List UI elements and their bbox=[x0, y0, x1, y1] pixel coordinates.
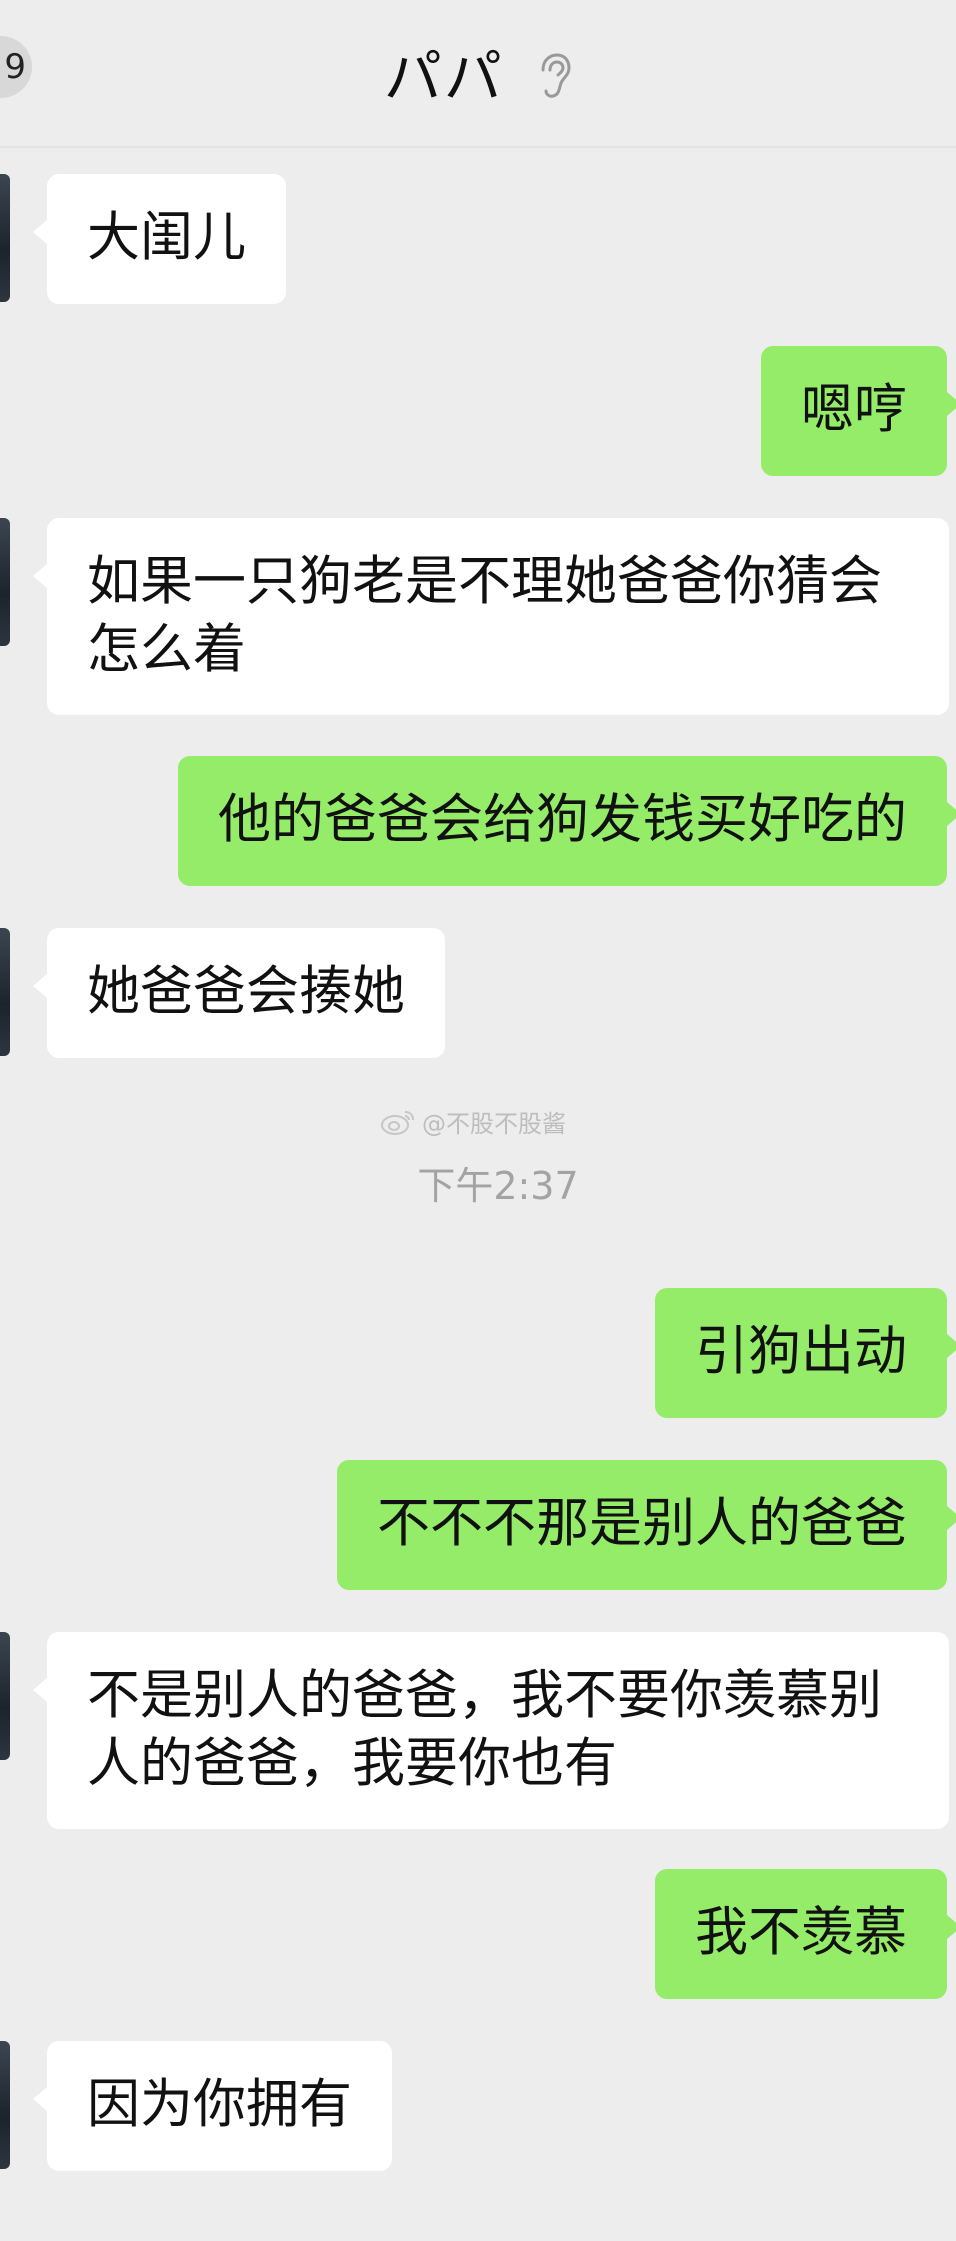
message-text: 不不不那是别人的爸爸 bbox=[377, 1493, 907, 1554]
message-bubble-received[interactable]: 大闺儿 bbox=[33, 174, 286, 304]
chat-title: パパ bbox=[0, 30, 956, 114]
watermark-text: @不股不股酱 bbox=[422, 1110, 566, 1138]
message-bubble-received[interactable]: 如果一只狗老是不理她爸爸你猜会怎么着 bbox=[33, 518, 949, 715]
message-text: 因为你拥有 bbox=[87, 2074, 352, 2135]
weibo-logo-icon bbox=[381, 1110, 414, 1135]
contact-avatar[interactable] bbox=[0, 518, 10, 646]
message-bubble-received[interactable]: 她爸爸会揍她 bbox=[33, 928, 445, 1058]
message-text: 我不羡慕 bbox=[695, 1902, 907, 1963]
message-bubble-sent[interactable]: 引狗出动 bbox=[655, 1288, 956, 1418]
contact-avatar[interactable] bbox=[0, 1632, 10, 1760]
message-bubble-sent[interactable]: 不不不那是别人的爸爸 bbox=[337, 1460, 956, 1590]
message-text: 大闺儿 bbox=[87, 207, 246, 268]
chat-header: 9 パパ bbox=[0, 0, 956, 148]
message-bubble-received[interactable]: 因为你拥有 bbox=[33, 2041, 392, 2171]
message-bubble-sent[interactable]: 我不羡慕 bbox=[655, 1869, 956, 1999]
message-text: 引狗出动 bbox=[695, 1321, 907, 1382]
message-text: 如果一只狗老是不理她爸爸你猜会怎么着 bbox=[87, 551, 882, 680]
message-text: 嗯哼 bbox=[801, 379, 907, 440]
contact-name: パパ bbox=[383, 43, 504, 111]
ear-icon bbox=[541, 53, 571, 98]
message-bubble-received[interactable]: 不是别人的爸爸，我不要你羡慕别人的爸爸，我要你也有 bbox=[33, 1632, 949, 1829]
contact-avatar[interactable] bbox=[0, 2041, 10, 2169]
message-text: 他的爸爸会给狗发钱买好吃的 bbox=[218, 789, 907, 850]
message-text: 她爸爸会揍她 bbox=[87, 961, 405, 1022]
contact-avatar[interactable] bbox=[0, 928, 10, 1056]
message-bubble-sent[interactable]: 他的爸爸会给狗发钱买好吃的 bbox=[178, 756, 956, 886]
weibo-watermark: @不股不股酱 bbox=[380, 1104, 566, 1139]
contact-avatar[interactable] bbox=[0, 174, 10, 302]
message-bubble-sent[interactable]: 嗯哼 bbox=[761, 346, 956, 476]
message-text: 不是别人的爸爸，我不要你羡慕别人的爸爸，我要你也有 bbox=[87, 1665, 882, 1794]
message-timestamp: 下午2:37 bbox=[417, 1164, 579, 1208]
